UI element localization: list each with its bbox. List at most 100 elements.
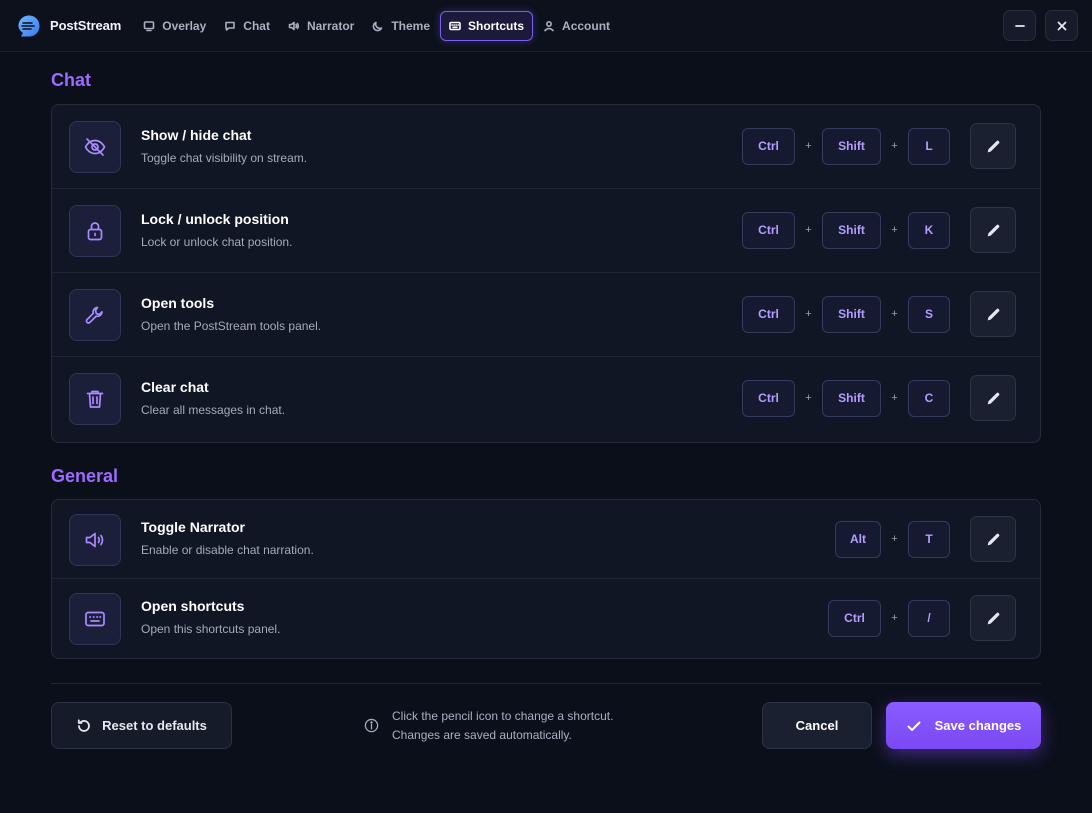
edit-shortcut-button[interactable] — [970, 595, 1016, 641]
keyboard-icon — [85, 611, 105, 627]
brand[interactable]: PostStream — [17, 14, 121, 38]
key-plus: + — [891, 308, 898, 320]
app-name: PostStream — [50, 18, 122, 33]
nav-tab-label: Shortcuts — [468, 18, 525, 33]
section-title-general: General — [51, 466, 119, 486]
hint-line-2: Changes are saved automatically. — [392, 728, 572, 742]
monitor-icon — [143, 20, 155, 31]
nav-tab-theme[interactable]: Theme — [364, 11, 438, 41]
nav-tab-label: Theme — [391, 18, 431, 33]
eye-off-icon — [84, 138, 106, 156]
cancel-button[interactable]: Cancel — [762, 702, 872, 749]
nav-tab-label: Account — [562, 18, 611, 33]
section-title-chat: Chat — [51, 70, 91, 90]
nav-tab-chat[interactable]: Chat — [216, 11, 278, 41]
edit-shortcut-button[interactable] — [970, 516, 1016, 562]
key-cap: Ctrl — [742, 379, 795, 417]
pencil-icon — [987, 392, 999, 404]
footer-divider — [51, 683, 1041, 684]
chat-bubble-icon — [225, 21, 236, 31]
shortcut-row-open-shortcuts: Open shortcuts Open this shortcuts panel… — [52, 579, 1040, 658]
key-cap: Shift — [822, 379, 881, 417]
trash-icon — [86, 390, 104, 408]
key-cap: L — [908, 127, 950, 165]
nav-tab-account[interactable]: Account — [535, 11, 618, 41]
edit-shortcut-button[interactable] — [970, 207, 1016, 253]
moon-icon — [372, 21, 383, 31]
row-icon-box — [69, 205, 121, 257]
row-description: Open this shortcuts panel. — [141, 622, 281, 636]
row-description: Open the PostStream tools panel. — [141, 319, 322, 333]
main-nav: Overlay Chat Narrator Theme Shortcuts Ac… — [135, 10, 620, 41]
speaker-icon — [288, 21, 300, 30]
shortcut-row-toggle-narrator: Toggle Narrator Enable or disable chat n… — [52, 500, 1040, 579]
row-description: Enable or disable chat narration. — [141, 543, 314, 557]
nav-tab-shortcuts[interactable]: Shortcuts — [440, 10, 534, 41]
row-title: Clear chat — [141, 379, 209, 395]
save-changes-button[interactable]: Save changes — [886, 702, 1041, 749]
reset-to-defaults-button[interactable]: Reset to defaults — [51, 702, 232, 749]
edit-shortcut-button[interactable] — [970, 291, 1016, 337]
key-cap: Ctrl — [742, 211, 795, 249]
shortcut-row-clear-chat: Clear chat Clear all messages in chat. C… — [52, 357, 1040, 442]
speaker-icon — [85, 532, 104, 548]
info-icon — [364, 718, 379, 733]
checkmark-icon — [907, 721, 921, 731]
general-shortcuts-panel: Toggle Narrator Enable or disable chat n… — [51, 499, 1041, 659]
row-title: Lock / unlock position — [141, 211, 289, 227]
row-description: Toggle chat visibility on stream. — [141, 151, 308, 165]
window-controls — [994, 10, 1078, 41]
row-title: Open tools — [141, 295, 215, 311]
row-title: Toggle Narrator — [141, 519, 245, 535]
poststream-logo-icon — [18, 15, 40, 36]
shortcut-row-open-tools: Open tools Open the PostStream tools pan… — [52, 273, 1040, 357]
edit-shortcut-button[interactable] — [970, 123, 1016, 169]
key-cap: Ctrl — [742, 127, 795, 165]
nav-tab-overlay[interactable]: Overlay — [135, 11, 214, 41]
row-title: Open shortcuts — [141, 598, 245, 614]
row-description: Lock or unlock chat position. — [141, 235, 293, 249]
pencil-icon — [987, 140, 999, 152]
close-button[interactable] — [1045, 10, 1078, 41]
pencil-icon — [987, 612, 999, 624]
key-cap: K — [908, 211, 950, 249]
user-icon — [544, 20, 554, 31]
reset-label: Reset to defaults — [102, 718, 207, 733]
key-plus: + — [805, 224, 812, 236]
minimize-icon — [1014, 24, 1025, 27]
pencil-icon — [987, 224, 999, 236]
key-combo: Alt + T — [835, 520, 950, 558]
row-title: Show / hide chat — [141, 127, 252, 143]
key-cap: / — [908, 599, 950, 637]
lock-icon — [87, 222, 103, 241]
key-cap: Shift — [822, 211, 881, 249]
save-label: Save changes — [934, 718, 1022, 733]
key-cap: T — [908, 520, 950, 558]
key-cap: Ctrl — [828, 599, 881, 637]
pencil-icon — [987, 533, 999, 545]
top-bar: PostStream Overlay Chat Narrator Theme S… — [0, 0, 1092, 52]
key-cap: Shift — [822, 127, 881, 165]
close-icon — [1057, 21, 1066, 30]
row-icon-box — [69, 289, 121, 341]
footer-hint: Click the pencil icon to change a shortc… — [364, 707, 613, 745]
nav-tab-label: Overlay — [162, 18, 207, 33]
key-cap: C — [908, 379, 950, 417]
key-plus: + — [805, 140, 812, 152]
key-plus: + — [805, 392, 812, 404]
key-plus: + — [891, 140, 898, 152]
key-combo: Ctrl + Shift + L — [742, 127, 950, 165]
reset-icon — [78, 718, 90, 732]
chat-shortcuts-panel: Show / hide chat Toggle chat visibility … — [51, 104, 1041, 443]
row-description: Clear all messages in chat. — [141, 403, 286, 417]
row-icon-box — [69, 593, 121, 645]
minimize-button[interactable] — [1003, 10, 1036, 41]
row-icon-box — [69, 121, 121, 173]
edit-shortcut-button[interactable] — [970, 375, 1016, 421]
key-plus: + — [805, 308, 812, 320]
key-cap: S — [908, 295, 950, 333]
shortcut-row-show-hide-chat: Show / hide chat Toggle chat visibility … — [52, 105, 1040, 189]
nav-tab-narrator[interactable]: Narrator — [280, 11, 362, 41]
row-icon-box — [69, 514, 121, 566]
keyboard-icon — [449, 21, 461, 30]
